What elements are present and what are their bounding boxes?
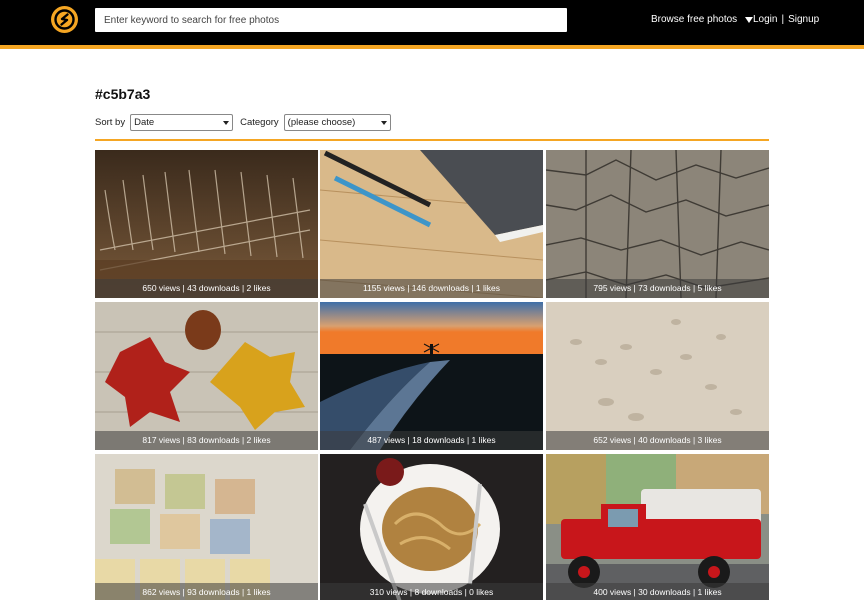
signup-link[interactable]: Signup: [788, 14, 819, 25]
photo-tile[interactable]: 862 views | 93 downloads | 1 likes: [95, 454, 318, 600]
photo-tile[interactable]: 817 views | 83 downloads | 2 likes: [95, 302, 318, 450]
section-divider: [95, 139, 769, 141]
photo-stats: 817 views | 83 downloads | 2 likes: [95, 431, 318, 450]
category-select-value: (please choose): [287, 117, 356, 128]
photo-stats: 400 views | 30 downloads | 1 likes: [546, 583, 769, 600]
photo-tile[interactable]: 400 views | 30 downloads | 1 likes: [546, 454, 769, 600]
photo-sunset-river: [320, 302, 543, 450]
photo-tile[interactable]: 310 views | 8 downloads | 0 likes: [320, 454, 543, 600]
photo-play-blocks: [95, 454, 318, 600]
sort-select[interactable]: Date: [130, 114, 234, 131]
photo-tile[interactable]: 650 views | 43 downloads | 2 likes: [95, 150, 318, 298]
caret-down-icon: [745, 16, 754, 23]
photo-sand-footprints: [546, 302, 769, 450]
search-input[interactable]: [95, 8, 567, 32]
browse-photos-menu[interactable]: Browse free photos: [651, 14, 754, 25]
photo-cracked-earth: [546, 150, 769, 298]
site-logo-icon[interactable]: [51, 6, 78, 33]
photo-tile[interactable]: 795 views | 73 downloads | 5 likes: [546, 150, 769, 298]
category-label: Category: [240, 117, 279, 128]
chevron-down-icon: [380, 120, 387, 125]
sort-select-value: Date: [134, 117, 155, 128]
header-accent-line: [0, 45, 864, 49]
page-title: #c5b7a3: [95, 86, 151, 102]
photo-red-truck: [546, 454, 769, 600]
auth-separator: |: [781, 14, 785, 25]
filter-bar: Sort by Date Category (please choose): [95, 114, 391, 131]
sort-label: Sort by: [95, 117, 126, 128]
photo-tile[interactable]: 652 views | 40 downloads | 3 likes: [546, 302, 769, 450]
photo-noodle-dish: [320, 454, 543, 600]
photo-stats: 652 views | 40 downloads | 3 likes: [546, 431, 769, 450]
photo-tile[interactable]: 487 views | 18 downloads | 1 likes: [320, 302, 543, 450]
auth-links: Login | Signup: [753, 14, 819, 25]
browse-photos-label: Browse free photos: [651, 14, 738, 25]
photo-stats: 310 views | 8 downloads | 0 likes: [320, 583, 543, 600]
photo-wine-glasses: [95, 150, 318, 298]
chevron-down-icon: [223, 120, 230, 125]
category-select[interactable]: (please choose): [283, 114, 391, 131]
login-link[interactable]: Login: [753, 14, 777, 25]
photo-stats: 862 views | 93 downloads | 1 likes: [95, 583, 318, 600]
photo-autumn-leaves: [95, 302, 318, 450]
photo-pencils-notebook: [320, 150, 543, 298]
photo-stats: 650 views | 43 downloads | 2 likes: [95, 279, 318, 298]
photo-stats: 1155 views | 146 downloads | 1 likes: [320, 279, 543, 298]
photo-stats: 795 views | 73 downloads | 5 likes: [546, 279, 769, 298]
photo-tile[interactable]: 1155 views | 146 downloads | 1 likes: [320, 150, 543, 298]
photo-stats: 487 views | 18 downloads | 1 likes: [320, 431, 543, 450]
